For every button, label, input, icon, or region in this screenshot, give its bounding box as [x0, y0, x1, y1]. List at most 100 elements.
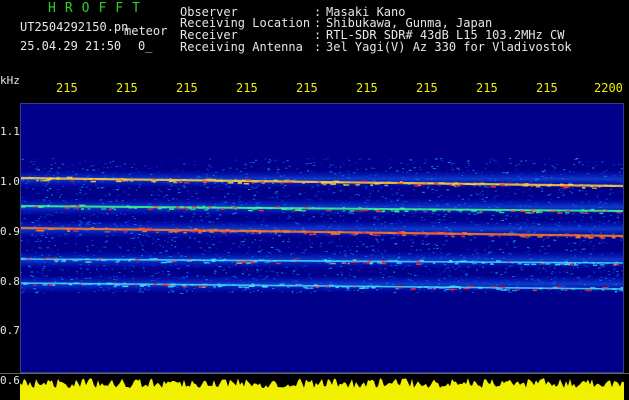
signal-speck [80, 204, 86, 207]
noise-speck [410, 239, 412, 241]
noise-speck [260, 269, 262, 271]
noise-speck [153, 239, 155, 241]
noise-speck [133, 218, 136, 219]
noise-speck [330, 241, 333, 243]
signal-speck [81, 283, 88, 286]
signal-speck [264, 180, 268, 182]
noise-speck [573, 164, 576, 166]
noise-speck [138, 241, 142, 243]
signal-speck [366, 285, 370, 288]
signal-speck [447, 210, 450, 212]
signal-speck [183, 232, 187, 234]
signal-speck [330, 183, 337, 185]
signal-speck [306, 181, 310, 183]
noise-speck [119, 167, 123, 169]
noise-speck [373, 217, 376, 219]
noise-speck [364, 197, 367, 199]
signal-bands [20, 170, 624, 293]
signal-speck [104, 227, 108, 229]
noise-speck [372, 167, 376, 169]
signal-speck [237, 182, 242, 185]
noise-speck [209, 158, 211, 160]
noise-speck [186, 272, 189, 274]
signal-speck [510, 210, 516, 212]
noise-speck [126, 249, 130, 251]
signal-speck [597, 234, 602, 236]
signal-speck [73, 230, 79, 232]
noise-speck [355, 194, 358, 196]
signal-speck [221, 232, 227, 234]
noise-speck [299, 241, 301, 243]
signal-speck [183, 206, 187, 208]
noise-speck [367, 271, 370, 273]
signal-speck [605, 262, 610, 264]
noise-speck [85, 193, 87, 195]
signal-speck [286, 181, 293, 184]
noise-speck [402, 168, 405, 170]
noise-speck [588, 243, 590, 245]
signal-speck [281, 181, 285, 184]
signal-speck [370, 184, 373, 186]
signal-speck [424, 211, 428, 213]
noise-speck [428, 248, 430, 250]
noise-speck [326, 158, 329, 160]
separator-antenna: : [314, 40, 322, 54]
signal-speck [478, 184, 481, 187]
noise-speck [207, 169, 211, 170]
noise-speck [119, 247, 122, 249]
noise-speck [59, 196, 61, 198]
signal-speck [564, 263, 570, 266]
noise-speck [214, 270, 217, 272]
noise-speck [193, 238, 196, 240]
signal-speck [155, 259, 158, 262]
noise-speck [161, 270, 164, 272]
noise-speck [251, 241, 253, 243]
noise-speck [457, 158, 460, 160]
signal-speck [303, 286, 308, 289]
noise-speck [409, 159, 413, 161]
noise-speck [402, 239, 405, 241]
noise-speck [64, 243, 67, 245]
noise-speck [500, 269, 502, 271]
noise-speck [519, 160, 523, 162]
noise-speck [475, 191, 477, 193]
signal-speck [287, 284, 293, 287]
noise-speck [515, 164, 517, 166]
signal-speck [120, 177, 124, 180]
noise-speck [208, 164, 211, 166]
noise-speck [89, 189, 91, 191]
noise-speck [365, 168, 367, 170]
noise-speck [482, 194, 484, 196]
signal-speck [67, 230, 70, 232]
signal-speck [362, 231, 367, 234]
noise-speck [21, 197, 24, 199]
noise-speck [262, 167, 266, 169]
noise-speck [61, 163, 65, 165]
signal-speck [372, 234, 377, 236]
signal-speck [280, 183, 284, 185]
noise-speck [253, 194, 256, 196]
noise-speck [57, 167, 60, 169]
noise-speck [590, 241, 592, 243]
signal-speck [329, 284, 334, 286]
noise-speck [565, 249, 569, 251]
noise-speck [548, 158, 550, 160]
signal-speck [250, 261, 256, 264]
noise-speck [251, 166, 253, 168]
signal-speck [281, 208, 287, 211]
x-tick-8: 215 [476, 81, 498, 95]
signal-speck [449, 288, 455, 291]
noise-speck [178, 192, 181, 194]
signal-speck [75, 208, 79, 210]
noise-speck [255, 271, 259, 273]
noise-speck [40, 247, 42, 249]
signal-speck [335, 260, 340, 262]
noise-speck [469, 194, 473, 196]
noise-speck [176, 245, 178, 247]
signal-speck [232, 206, 237, 208]
signal-speck [600, 237, 606, 239]
noise-speck [562, 189, 565, 191]
signal-speck [202, 286, 206, 288]
signal-speck [205, 208, 210, 210]
noise-speck [239, 246, 242, 248]
